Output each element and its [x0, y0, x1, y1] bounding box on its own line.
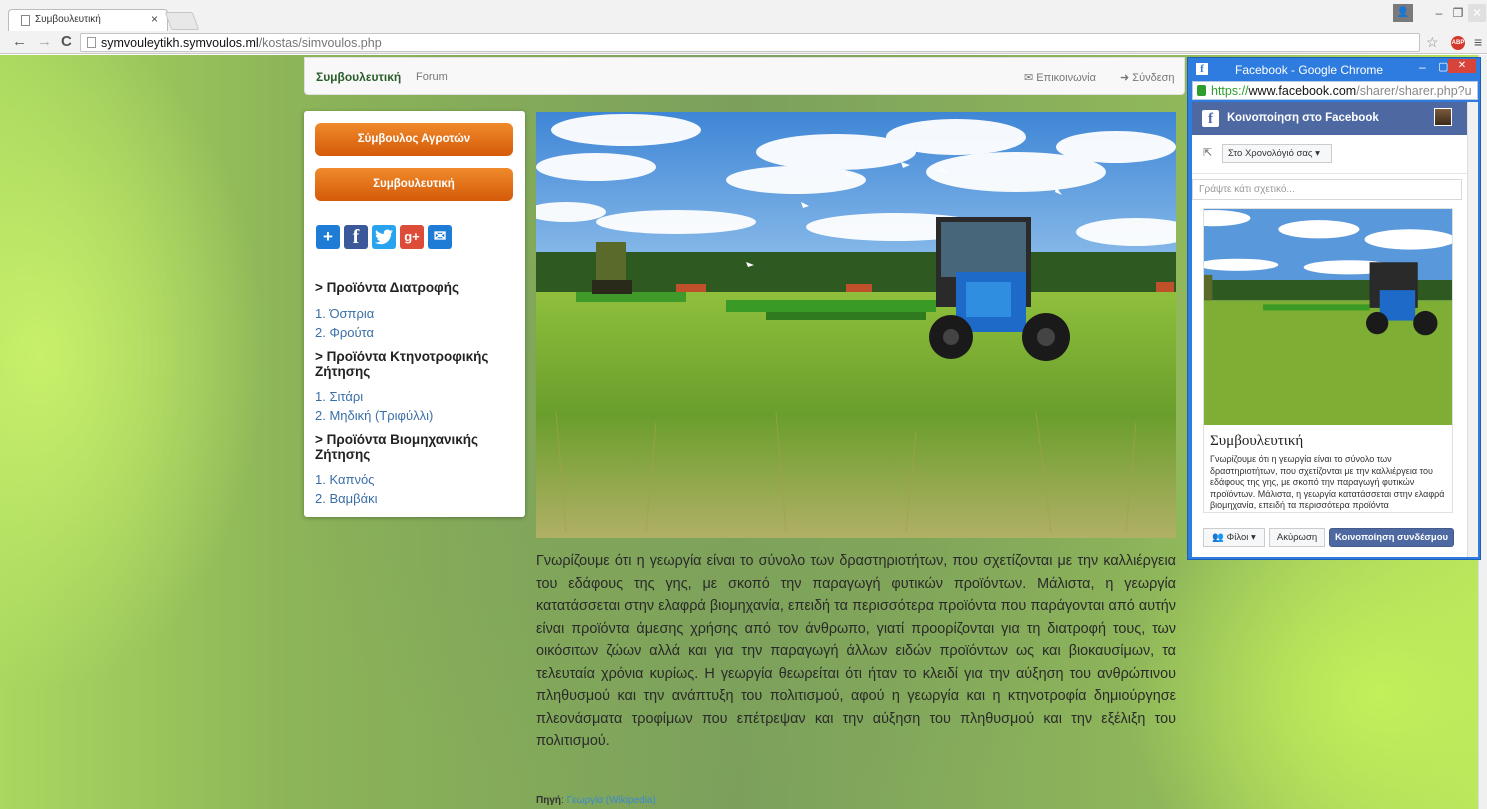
source-label: Πηγή [536, 795, 561, 806]
avatar[interactable] [1434, 108, 1452, 126]
new-tab-button[interactable] [164, 12, 200, 30]
page-icon [21, 15, 30, 26]
category-link-legumes[interactable]: 1. Όσπρια [315, 306, 374, 321]
bookmark-star-icon[interactable]: ☆ [1426, 34, 1439, 50]
share-twitter-icon[interactable] [372, 225, 396, 249]
reload-icon[interactable]: C [61, 34, 72, 50]
url-path: /kostas/simvoulos.php [258, 36, 382, 50]
article-body: Γνωρίζουμε ότι η γεωργία είναι το σύνολο… [536, 553, 1176, 749]
category-heading: > Προϊόντα Βιομηχανικής Ζήτησης [315, 432, 479, 462]
link-preview-image [1204, 209, 1452, 425]
popup-close-icon[interactable]: ✕ [1448, 59, 1476, 73]
tractor-field-photo [536, 112, 1176, 538]
audience-select-button[interactable]: 👥 Φίλοι ▾ [1203, 528, 1265, 547]
share-add-icon[interactable]: + [316, 225, 340, 249]
timeline-select[interactable]: Στο Χρονολόγιό σας ▾ [1222, 144, 1332, 163]
category-link-fruits[interactable]: 2. Φρούτα [315, 325, 374, 340]
forward-arrow-icon[interactable]: → [37, 34, 52, 50]
restore-icon[interactable]: ❐ [1449, 4, 1467, 22]
category-heading: > Προϊόντα Διατροφής [315, 280, 459, 295]
divider [1192, 173, 1467, 174]
category-link-tobacco[interactable]: 1. Καπνός [315, 472, 374, 487]
timeline-icon: ⇱ [1203, 147, 1213, 159]
category-heading: > Προϊόντα Κτηνοτροφικής Ζήτησης [315, 349, 489, 379]
url-domain: www.facebook.com [1248, 84, 1357, 98]
nav-forum-link[interactable]: Forum [416, 71, 448, 83]
share-comment-input[interactable]: Γράψτε κάτι σχετικό... [1192, 179, 1462, 200]
article-source: Πηγή: Γεωργία (Wikipedia) [536, 795, 656, 806]
facebook-popup-window: f Facebook - Google Chrome – ▢ ✕ https:/… [1187, 57, 1481, 560]
popup-title: Facebook - Google Chrome [1235, 63, 1384, 77]
browser-tab[interactable]: Συμβουλευτική × [8, 9, 168, 31]
share-dialog-title: Κοινοποίηση στο Facebook [1227, 112, 1379, 124]
share-email-icon[interactable]: ✉ [428, 225, 452, 249]
minimize-icon[interactable]: – [1430, 4, 1448, 22]
category-link-wheat[interactable]: 1. Σιτάρι [315, 389, 363, 404]
url-scheme: https:// [1211, 84, 1249, 98]
url-path: /sharer/sharer.php?u [1356, 84, 1472, 98]
farmers-advisor-button[interactable]: Σύμβουλος Αγροτών [315, 123, 513, 156]
adblock-icon[interactable]: ABP [1451, 36, 1465, 50]
back-arrow-icon[interactable]: ← [12, 34, 27, 50]
nav-login-link[interactable]: ➜ Σύνδεση [1120, 71, 1175, 84]
url-domain: symvouleytikh.symvoulos.ml [101, 36, 259, 50]
popup-maximize-icon[interactable]: ▢ [1438, 60, 1448, 73]
nav-contact-link[interactable]: ✉ Επικοινωνία [1024, 71, 1096, 84]
close-window-icon[interactable]: ✕ [1468, 4, 1486, 22]
popup-minimize-icon[interactable]: – [1419, 60, 1426, 74]
link-preview-card: Συμβουλευτική Γνωρίζουμε ότι η γεωργία ε… [1203, 208, 1453, 513]
facebook-share-dialog: f Κοινοποίηση στο Facebook ⇱ Στο Χρονολό… [1192, 102, 1478, 557]
facebook-icon: f [1196, 63, 1208, 75]
consulting-button[interactable]: Συμβουλευτική [315, 168, 513, 201]
page-icon [87, 37, 96, 48]
category-link-alfalfa[interactable]: 2. Μηδική (Τριφύλλι) [315, 408, 433, 423]
popup-url: https://www.facebook.com/sharer/sharer.p… [1211, 84, 1472, 98]
sidebar-card: Σύμβουλος Αγροτών Συμβουλευτική + f g+ ✉… [304, 111, 525, 517]
share-googleplus-icon[interactable]: g+ [400, 225, 424, 249]
address-url[interactable]: symvouleytikh.symvoulos.ml/kostas/simvou… [101, 36, 382, 50]
category-link-cotton[interactable]: 2. Βαμβάκι [315, 491, 378, 506]
user-profile-icon[interactable]: 👤 [1393, 4, 1413, 22]
facebook-logo-icon: f [1202, 110, 1219, 127]
tab-close-icon[interactable]: × [151, 12, 158, 26]
address-bar[interactable]: symvouleytikh.symvoulos.ml/kostas/simvou… [80, 33, 1420, 52]
browser-toolbar: ← → C symvouleytikh.symvoulos.ml/kostas/… [0, 31, 1487, 54]
facebook-share-header: f Κοινοποίηση στο Facebook [1192, 102, 1467, 135]
link-preview-description: Γνωρίζουμε ότι η γεωργία είναι το σύνολο… [1210, 454, 1445, 510]
chrome-menu-icon[interactable]: ≡ [1474, 34, 1482, 50]
source-link[interactable]: Γεωργία (Wikipedia) [567, 795, 656, 806]
lock-icon [1197, 85, 1206, 96]
site-navbar: Συμβουλευτική Forum ✉ Επικοινωνία ➜ Σύνδ… [304, 57, 1185, 95]
share-facebook-icon[interactable]: f [344, 225, 368, 249]
popup-address-bar[interactable]: https://www.facebook.com/sharer/sharer.p… [1192, 81, 1478, 100]
cancel-button[interactable]: Ακύρωση [1269, 528, 1325, 547]
link-preview-title: Συμβουλευτική [1210, 433, 1304, 449]
site-brand[interactable]: Συμβουλευτική [316, 70, 401, 84]
share-link-button[interactable]: Κοινοποίηση συνδέσμου [1329, 528, 1454, 547]
browser-titlebar: Συμβουλευτική × 👤 – ❐ ✕ [0, 0, 1487, 31]
tab-title: Συμβουλευτική [35, 14, 101, 25]
dialog-scrollbar[interactable] [1467, 102, 1478, 557]
